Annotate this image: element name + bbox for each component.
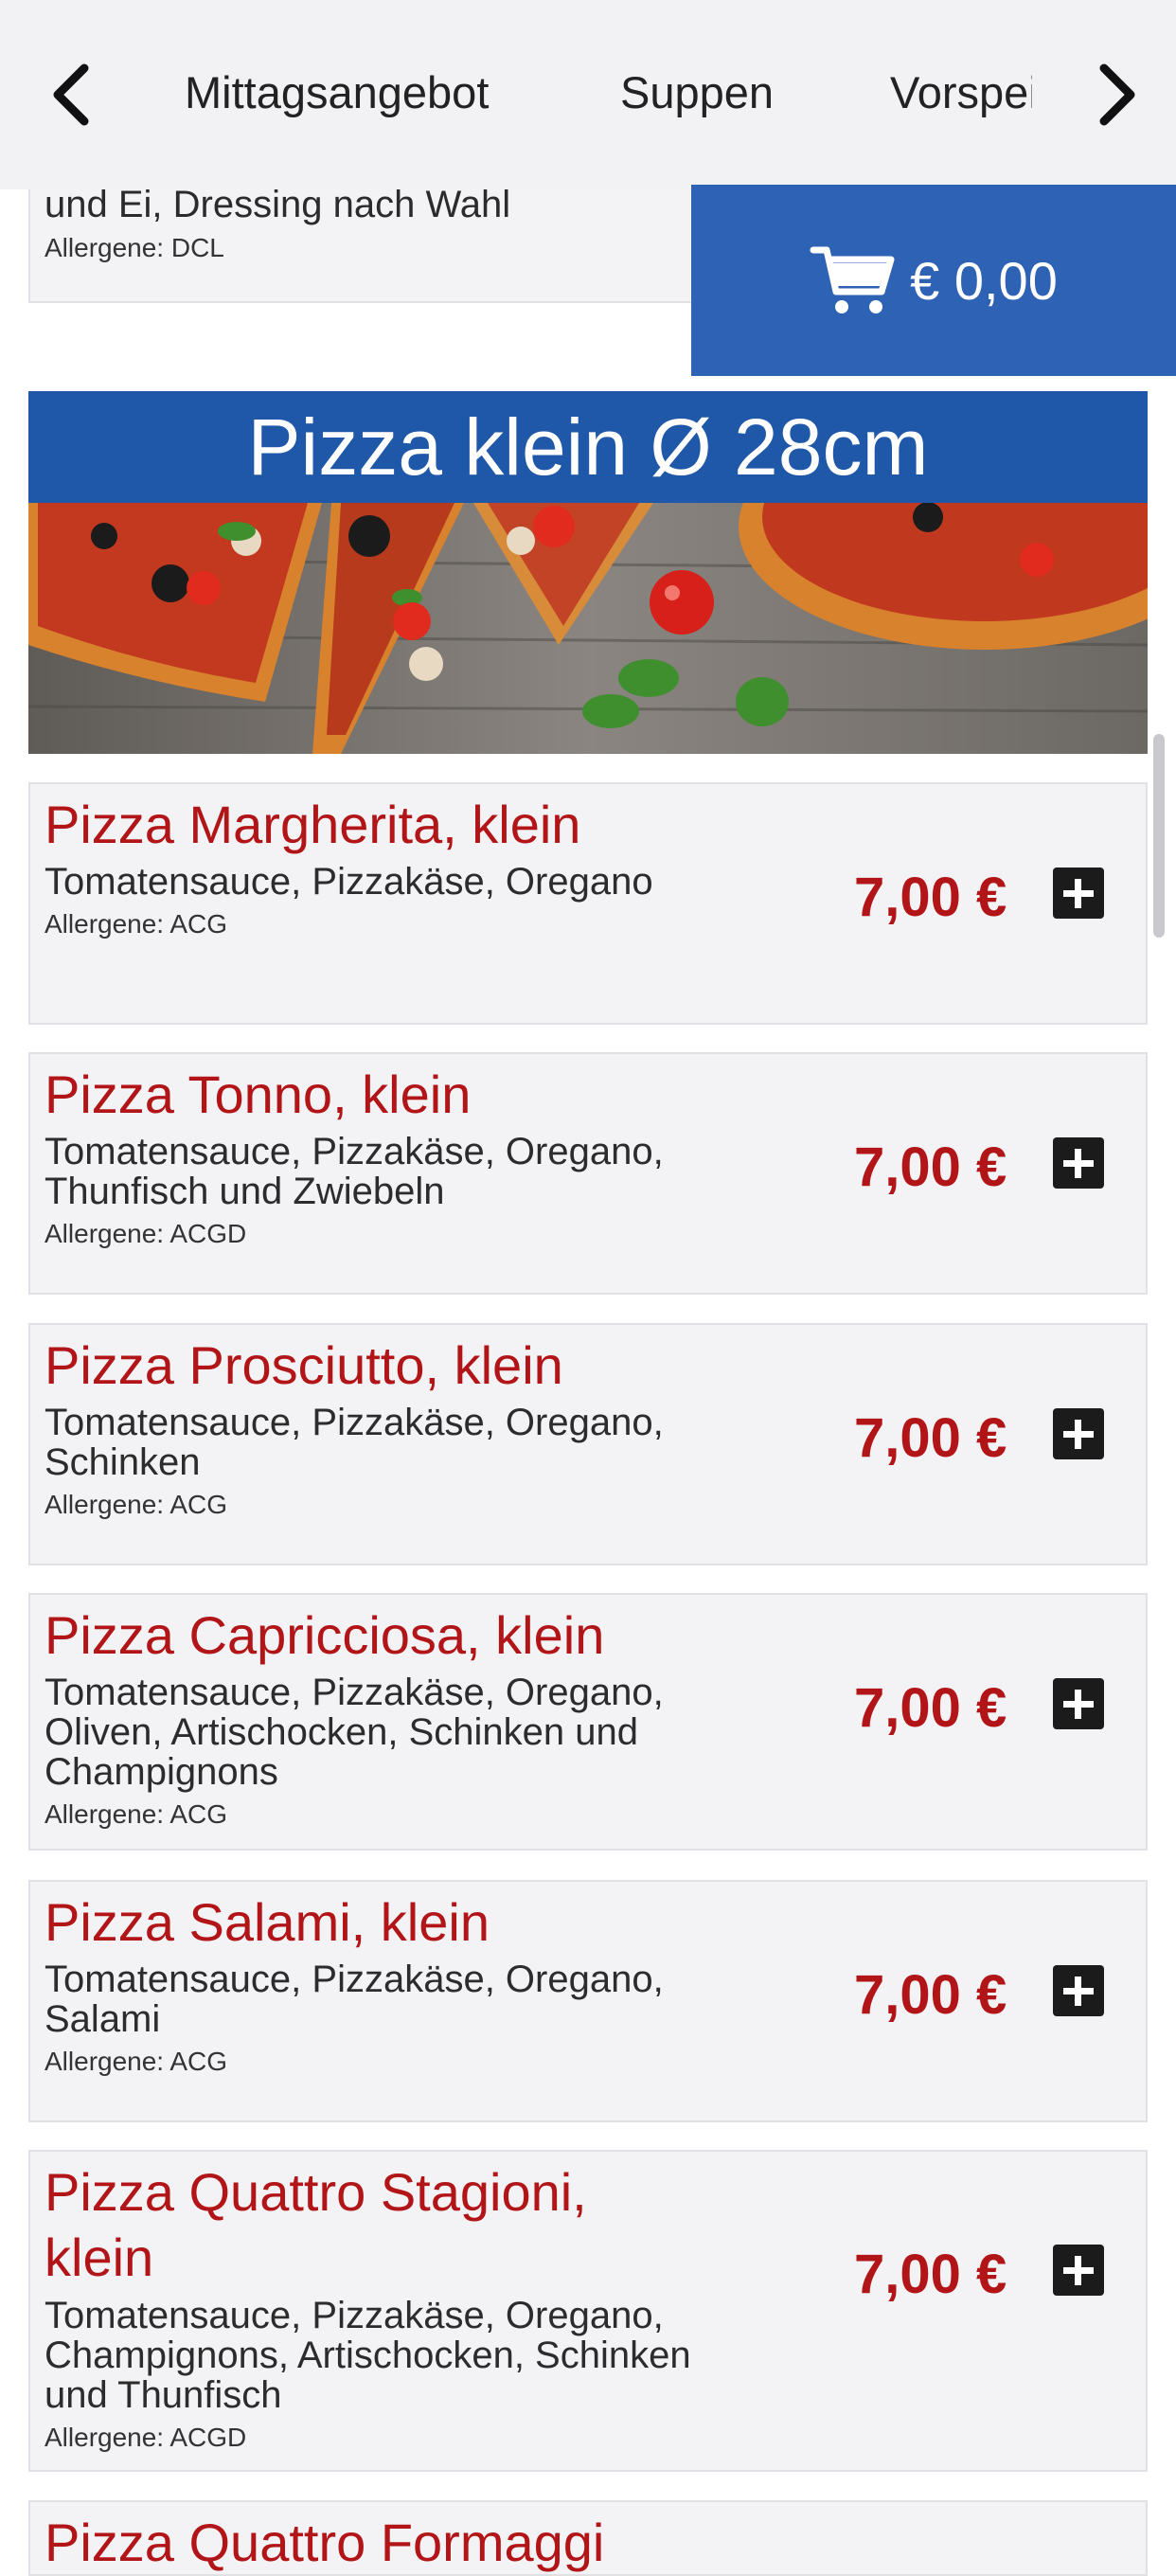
item-price: 7,00 €	[854, 1136, 1007, 1198]
item-description: Tomatensauce, Pizzakäse, Oregano, Salami	[45, 1959, 664, 2040]
add-to-cart-icon[interactable]	[1053, 868, 1104, 919]
item-name: Pizza Prosciutto, klein	[45, 1335, 563, 1395]
item-price: 7,00 €	[854, 1964, 1007, 2026]
category-tabs: Mittagsangebot Suppen Vorspeisen	[142, 0, 1032, 189]
menu-item-card: Pizza Capricciosa, klein Tomatensauce, P…	[28, 1593, 1148, 1851]
menu-item-card: Pizza Quattro Formaggi	[28, 2500, 1148, 2576]
menu-item-card: Pizza Quattro Stagioni, klein Tomatensau…	[28, 2150, 1148, 2472]
item-allergens: Allergene: ACG	[45, 2047, 227, 2076]
menu-item-card: Pizza Prosciutto, klein Tomatensauce, Pi…	[28, 1323, 1148, 1565]
item-name: Pizza Margherita, klein	[45, 795, 581, 854]
category-nav: Mittagsangebot Suppen Vorspeisen	[0, 0, 1176, 189]
item-allergens: Allergene: ACGD	[45, 2423, 247, 2452]
item-name: Pizza Quattro Formaggi	[45, 2513, 605, 2572]
item-allergens: Allergene: DCL	[45, 233, 224, 262]
menu-item-card: Pizza Tonno, klein Tomatensauce, Pizzakä…	[28, 1052, 1148, 1295]
add-to-cart-icon[interactable]	[1053, 1408, 1104, 1459]
add-to-cart-icon[interactable]	[1053, 1965, 1104, 2016]
item-allergens: Allergene: ACGD	[45, 1219, 247, 1248]
menu-item-card: Pizza Salami, klein Tomatensauce, Pizzak…	[28, 1880, 1148, 2122]
item-name: Pizza Salami, klein	[45, 1892, 490, 1952]
section-banner-image	[28, 503, 1148, 754]
item-description: Tomatensauce, Pizzakäse, Oregano, Champi…	[45, 2295, 691, 2416]
tab-vorspeisen[interactable]: Vorspeisen	[890, 66, 1032, 119]
item-description: Tomatensauce, Pizzakäse, Oregano	[45, 861, 653, 903]
section-title: Pizza klein Ø 28cm	[28, 391, 1148, 503]
item-name: Pizza Capricciosa, klein	[45, 1605, 605, 1665]
item-description: Tomatensauce, Pizzakäse, Oregano, Oliven…	[45, 1672, 664, 1793]
item-allergens: Allergene: ACG	[45, 1490, 227, 1519]
add-to-cart-icon[interactable]	[1053, 2245, 1104, 2296]
item-price: 7,00 €	[854, 867, 1007, 928]
chevron-right-icon	[1099, 63, 1135, 126]
item-description: und Ei, Dressing nach Wahl	[45, 184, 511, 225]
scrollbar[interactable]	[1153, 734, 1165, 938]
item-allergens: Allergene: ACG	[45, 1799, 227, 1829]
tab-mittagsangebot[interactable]: Mittagsangebot	[185, 66, 489, 119]
item-price: 7,00 €	[854, 2244, 1007, 2305]
pizza-photo	[28, 503, 1148, 754]
item-description: Tomatensauce, Pizzakäse, Oregano, Thunfi…	[45, 1131, 664, 1212]
item-price: 7,00 €	[854, 1407, 1007, 1469]
item-allergens: Allergene: ACG	[45, 909, 227, 939]
item-price: 7,00 €	[854, 1677, 1007, 1739]
add-to-cart-icon[interactable]	[1053, 1137, 1104, 1189]
menu-item-card: Pizza Margherita, klein Tomatensauce, Pi…	[28, 782, 1148, 1025]
cart-button[interactable]: € 0,00	[691, 185, 1176, 376]
tab-suppen[interactable]: Suppen	[620, 66, 774, 119]
shopping-cart-icon	[810, 246, 895, 313]
nav-next-button[interactable]	[1089, 57, 1146, 133]
item-name: Pizza Tonno, klein	[45, 1064, 472, 1124]
add-to-cart-icon[interactable]	[1053, 1678, 1104, 1729]
item-description: Tomatensauce, Pizzakäse, Oregano, Schink…	[45, 1402, 664, 1483]
chevron-left-icon	[53, 63, 89, 126]
nav-prev-button[interactable]	[43, 57, 99, 133]
cart-total: € 0,00	[910, 250, 1058, 311]
item-name: Pizza Quattro Stagioni, klein	[45, 2162, 587, 2287]
